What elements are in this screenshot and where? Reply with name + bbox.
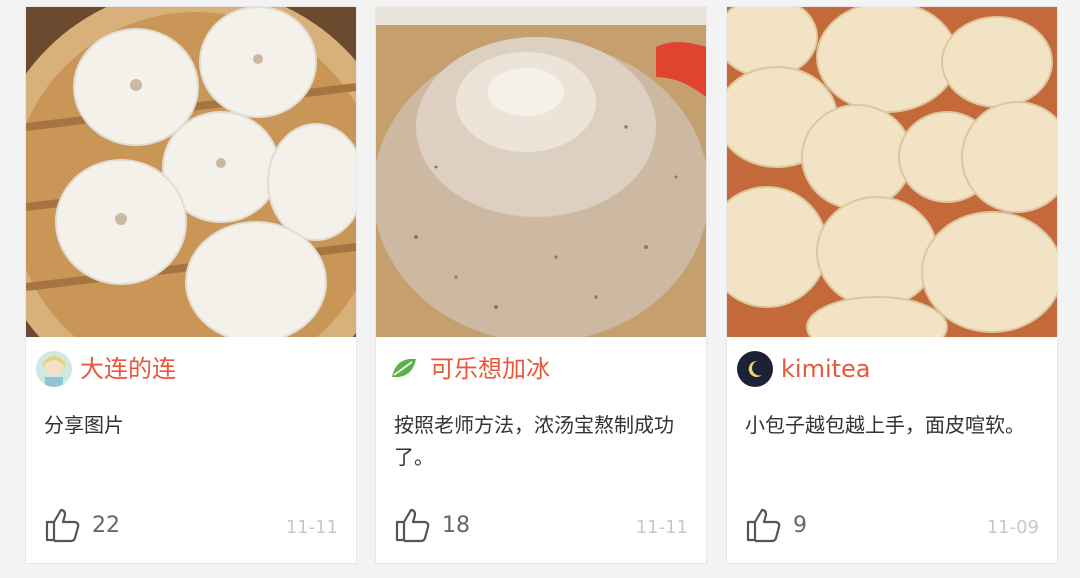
feed: 大连的连 分享图片 22 11-11 可乐想加冰 按照老师方法，浓汤宝熬制成功了… — [0, 0, 1080, 578]
like-button[interactable]: 9 — [745, 507, 807, 543]
like-count: 18 — [442, 512, 470, 538]
crescent-moon-avatar-icon[interactable] — [737, 351, 773, 387]
post-text: 小包子越包越上手，面皮喧软。 — [745, 413, 1025, 437]
thumbs-up-icon — [746, 508, 781, 543]
author-row[interactable]: 可乐想加冰 — [386, 349, 550, 389]
author-name[interactable]: 大连的连 — [80, 351, 176, 387]
author-row[interactable]: kimitea — [737, 349, 871, 389]
post-footer: 9 11-09 — [741, 507, 1043, 551]
post-card[interactable]: kimitea 小包子越包越上手，面皮喧软。 9 11-09 — [726, 6, 1058, 564]
author-name[interactable]: kimitea — [781, 351, 871, 387]
thumbs-up-icon — [395, 508, 430, 543]
like-button[interactable]: 18 — [394, 507, 470, 543]
like-count: 22 — [92, 512, 120, 538]
like-count: 9 — [793, 512, 807, 538]
post-date: 11-11 — [635, 517, 688, 538]
post-photo-bowl-of-jelly-soup[interactable] — [376, 7, 706, 337]
author-row[interactable]: 大连的连 — [36, 349, 176, 389]
post-footer: 18 11-11 — [390, 507, 692, 551]
post-footer: 22 11-11 — [40, 507, 342, 551]
like-button[interactable]: 22 — [44, 507, 120, 543]
post-card[interactable]: 可乐想加冰 按照老师方法，浓汤宝熬制成功了。 18 11-11 — [375, 6, 707, 564]
green-leaf-avatar-icon[interactable] — [386, 351, 422, 387]
post-photo-pile-of-steamed-buns[interactable] — [727, 7, 1057, 337]
thumbs-up-icon — [45, 508, 80, 543]
post-text: 按照老师方法，浓汤宝熬制成功了。 — [394, 413, 674, 469]
author-name[interactable]: 可乐想加冰 — [430, 351, 550, 387]
post-date: 11-09 — [986, 517, 1039, 538]
cartoon-girl-avatar-icon[interactable] — [36, 351, 72, 387]
post-card[interactable]: 大连的连 分享图片 22 11-11 — [25, 6, 357, 564]
post-text: 分享图片 — [44, 413, 124, 437]
post-date: 11-11 — [285, 517, 338, 538]
post-photo-steamed-buns-in-bamboo-steamer[interactable] — [26, 7, 356, 337]
